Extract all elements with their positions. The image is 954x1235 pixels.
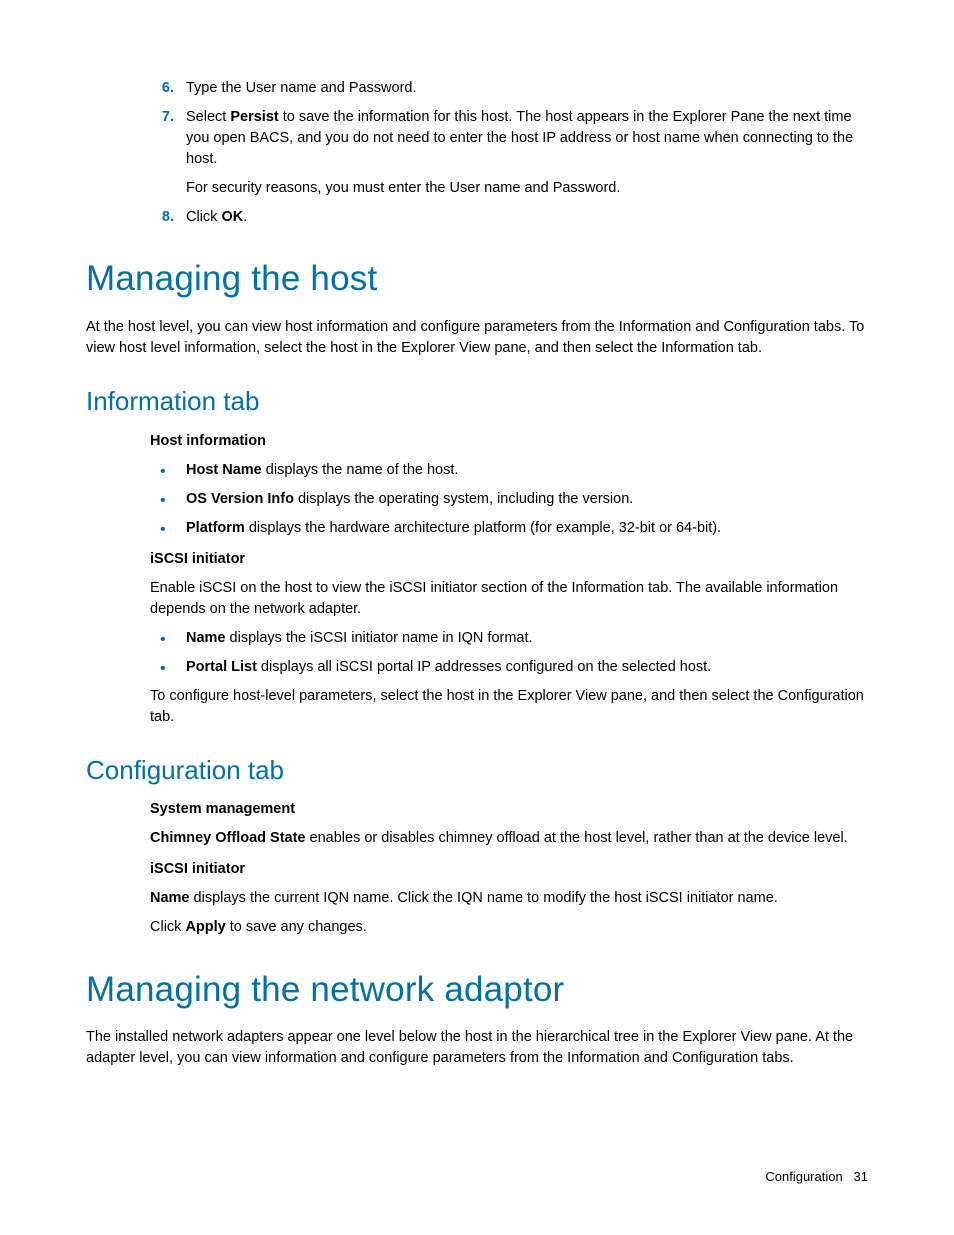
bullet-iscsi-name: Name displays the iSCSI initiator name i… bbox=[150, 628, 868, 649]
chimney-paragraph: Chimney Offload State enables or disable… bbox=[150, 828, 868, 849]
step-list: 6. Type the User name and Password. 7. S… bbox=[86, 78, 868, 228]
step-extra-text: For security reasons, you must enter the… bbox=[186, 178, 868, 199]
step-text: Click OK. bbox=[186, 209, 247, 225]
config-pointer-paragraph: To configure host-level parameters, sele… bbox=[150, 686, 868, 728]
step-7: 7. Select Persist to save the informatio… bbox=[150, 107, 868, 199]
page-footer: Configuration 31 bbox=[765, 1168, 868, 1187]
heading-managing-host: Managing the host bbox=[86, 254, 868, 305]
adaptor-intro-paragraph: The installed network adapters appear on… bbox=[86, 1027, 868, 1069]
subhead-system-management: System management bbox=[150, 799, 868, 820]
heading-managing-adaptor: Managing the network adaptor bbox=[86, 965, 868, 1016]
heading-configuration-tab: Configuration tab bbox=[86, 752, 868, 790]
iqn-name-paragraph: Name displays the current IQN name. Clic… bbox=[150, 888, 868, 909]
information-section: Host information Host Name displays the … bbox=[150, 431, 868, 728]
bullet-host-name: Host Name displays the name of the host. bbox=[150, 460, 868, 481]
page: 6. Type the User name and Password. 7. S… bbox=[0, 0, 954, 1235]
subhead-iscsi-initiator-config: iSCSI initiator bbox=[150, 859, 868, 880]
step-text: Select Persist to save the information f… bbox=[186, 109, 853, 167]
host-info-bullets: Host Name displays the name of the host.… bbox=[150, 460, 868, 539]
footer-page-number: 31 bbox=[854, 1169, 868, 1184]
step-number: 8. bbox=[150, 207, 174, 228]
step-6: 6. Type the User name and Password. bbox=[150, 78, 868, 99]
step-number: 6. bbox=[150, 78, 174, 99]
footer-section: Configuration bbox=[765, 1169, 842, 1184]
heading-information-tab: Information tab bbox=[86, 383, 868, 421]
subhead-iscsi-initiator: iSCSI initiator bbox=[150, 549, 868, 570]
host-intro-paragraph: At the host level, you can view host inf… bbox=[86, 317, 868, 359]
iscsi-bullets: Name displays the iSCSI initiator name i… bbox=[150, 628, 868, 678]
step-text: Type the User name and Password. bbox=[186, 80, 417, 96]
subhead-host-information: Host information bbox=[150, 431, 868, 452]
bullet-platform: Platform displays the hardware architect… bbox=[150, 518, 868, 539]
step-number: 7. bbox=[150, 107, 174, 128]
configuration-section: System management Chimney Offload State … bbox=[150, 799, 868, 938]
apply-paragraph: Click Apply to save any changes. bbox=[150, 917, 868, 938]
iscsi-intro-paragraph: Enable iSCSI on the host to view the iSC… bbox=[150, 578, 868, 620]
bullet-portal-list: Portal List displays all iSCSI portal IP… bbox=[150, 657, 868, 678]
step-8: 8. Click OK. bbox=[150, 207, 868, 228]
bullet-os-version: OS Version Info displays the operating s… bbox=[150, 489, 868, 510]
